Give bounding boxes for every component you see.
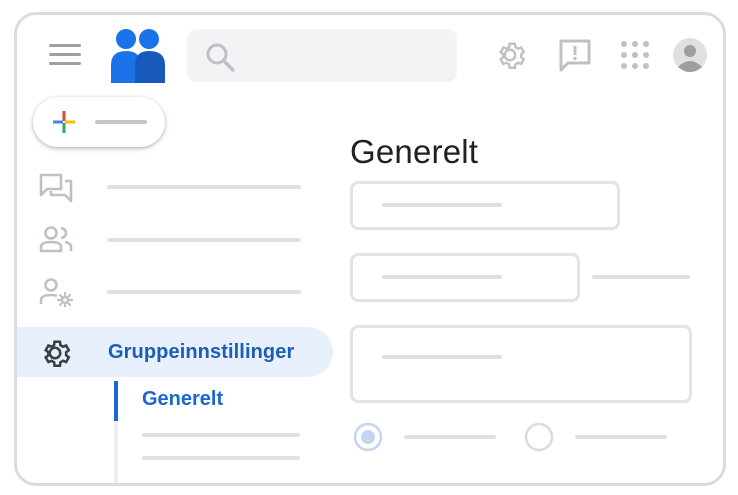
field-value-placeholder: [382, 203, 502, 207]
settings-icon[interactable]: [492, 37, 528, 73]
avatar-icon[interactable]: [672, 37, 708, 73]
subnav-item-general[interactable]: Generelt: [142, 388, 223, 411]
apps-grid-icon[interactable]: [620, 40, 650, 70]
field-hint-placeholder: [592, 275, 690, 279]
create-button[interactable]: [33, 97, 165, 147]
sidebar-item-label[interactable]: Gruppeinnstillinger: [108, 341, 294, 364]
groups-logo-icon: [111, 29, 165, 83]
field-value-placeholder: [382, 355, 502, 359]
sidebar-item-members-placeholder[interactable]: [107, 238, 301, 242]
sidebar-item-roles-placeholder[interactable]: [107, 290, 301, 294]
subnav-active-indicator: [114, 381, 118, 421]
radio-label-placeholder: [404, 435, 496, 439]
member-settings-icon[interactable]: [39, 277, 73, 307]
sidebar-item-conversations-placeholder[interactable]: [107, 185, 301, 189]
radio-label-placeholder: [575, 435, 667, 439]
create-label-placeholder: [95, 120, 147, 124]
radio-unselected[interactable]: [524, 422, 554, 452]
text-field[interactable]: [350, 181, 620, 230]
radio-selected[interactable]: [353, 422, 383, 452]
search-bar[interactable]: [187, 29, 457, 82]
chat-icon[interactable]: [39, 173, 73, 203]
plus-icon: [53, 111, 75, 133]
search-icon[interactable]: [205, 42, 235, 72]
app-window: Gruppeinnstillinger Generelt Generelt: [14, 12, 726, 486]
subnav-item-placeholder[interactable]: [142, 433, 300, 437]
field-value-placeholder: [382, 275, 502, 279]
menu-icon[interactable]: [49, 43, 83, 67]
text-field[interactable]: [350, 253, 580, 302]
textarea-field[interactable]: [350, 325, 692, 403]
feedback-icon[interactable]: [557, 37, 593, 73]
subnav-item-placeholder[interactable]: [142, 456, 300, 460]
gear-icon: [44, 340, 71, 368]
page-title: Generelt: [350, 133, 479, 170]
members-icon[interactable]: [39, 225, 73, 253]
